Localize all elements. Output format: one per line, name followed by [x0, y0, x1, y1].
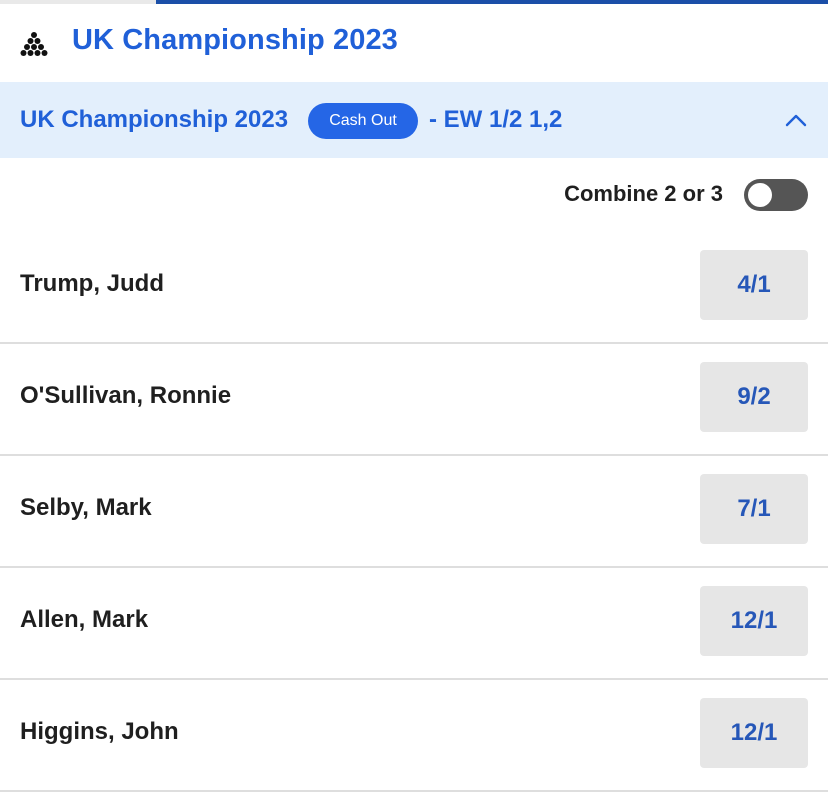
toggle-knob — [748, 183, 772, 207]
event-header: UK Championship 2023 — [0, 4, 828, 82]
combine-toggle[interactable] — [744, 179, 808, 211]
runner-name: O'Sullivan, Ronnie — [20, 382, 232, 409]
runner-row: Selby, Mark 7/1 — [0, 456, 828, 568]
odds-button[interactable]: 12/1 — [700, 586, 808, 656]
event-title: UK Championship 2023 — [72, 24, 398, 56]
odds-button[interactable]: 7/1 — [700, 474, 808, 544]
combine-label: Combine 2 or 3 — [564, 181, 723, 206]
runner-row: Allen, Mark 12/1 — [0, 568, 828, 680]
cash-out-badge: Cash Out — [308, 103, 418, 139]
runner-name: Allen, Mark — [20, 606, 149, 633]
runner-row: O'Sullivan, Ronnie 9/2 — [0, 344, 828, 456]
market-title: UK Championship 2023 — [20, 106, 289, 133]
odds-button[interactable]: 4/1 — [700, 250, 808, 320]
snooker-balls-icon — [20, 32, 48, 56]
odds-button[interactable]: 9/2 — [700, 362, 808, 432]
each-way-terms: - EW 1/2 1,2 — [429, 106, 563, 133]
combine-row: Combine 2 or 3 — [0, 158, 828, 232]
chevron-up-icon[interactable] — [784, 109, 808, 133]
runner-row: Higgins, John 12/1 — [0, 680, 828, 792]
market-header[interactable]: UK Championship 2023 Cash Out - EW 1/2 1… — [0, 82, 828, 158]
runner-name: Trump, Judd — [20, 270, 164, 297]
runner-row: Trump, Judd 4/1 — [0, 232, 828, 344]
runner-name: Selby, Mark — [20, 494, 152, 521]
odds-button[interactable]: 12/1 — [700, 698, 808, 768]
runner-name: Higgins, John — [20, 718, 179, 745]
